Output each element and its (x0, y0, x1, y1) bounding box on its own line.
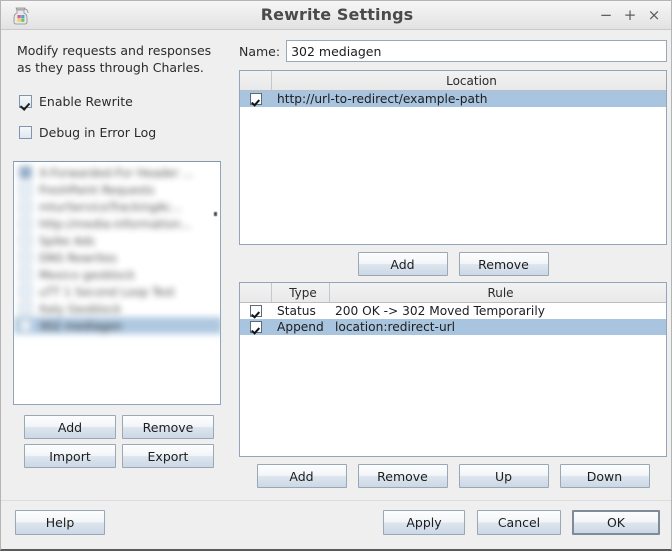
rule-row-checkbox-cell[interactable] (240, 319, 272, 335)
list-item-checkbox[interactable] (19, 251, 32, 264)
location-add-button[interactable]: Add (357, 252, 448, 276)
rewrite-sets-list[interactable]: X-Forwarded-For Header ... FreshPaint Re… (13, 161, 221, 405)
rule-table-header: Type Rule (240, 283, 666, 303)
list-item-checkbox[interactable] (19, 268, 32, 281)
list-scroll-marker (214, 212, 217, 216)
list-item-checkbox[interactable] (19, 217, 32, 230)
list-item-label: Italy Geoblock (39, 301, 122, 316)
left-pane: Modify requests and responses as they pa… (1, 30, 233, 500)
enable-rewrite-label: Enable Rewrite (39, 94, 133, 109)
rule-rule-header: Rule (487, 285, 514, 300)
list-item[interactable]: mturServiceTrackingAc... (14, 198, 220, 215)
location-remove-button[interactable]: Remove (458, 252, 549, 276)
list-item[interactable]: uTT 1 Second Loop Test (14, 283, 220, 300)
location-row-checkbox[interactable] (250, 93, 262, 105)
enable-rewrite-row[interactable]: Enable Rewrite (19, 94, 133, 109)
list-item[interactable]: X-Forwarded-For Header ... (14, 164, 220, 181)
name-input[interactable] (286, 40, 667, 62)
window-controls: − + × (595, 1, 665, 30)
list-item-checkbox[interactable] (19, 200, 32, 213)
location-buttons: Add Remove (233, 252, 671, 276)
rule-down-button[interactable]: Down (559, 464, 650, 488)
list-item-checkbox[interactable] (19, 234, 32, 247)
list-item-label: 302 mediagen (39, 318, 123, 333)
debug-error-log-label: Debug in Error Log (39, 125, 157, 140)
enable-rewrite-checkbox[interactable] (19, 95, 32, 108)
name-row: Name: (239, 40, 667, 62)
rewrite-settings-window: Rewrite Settings − + × Modify requests a… (0, 0, 672, 551)
rule-table[interactable]: Type Rule Status 200 OK -> 302 Moved Tem… (239, 282, 667, 457)
list-item-label: Mexico geoblock (39, 267, 135, 282)
location-row-checkbox-cell[interactable] (240, 91, 272, 107)
list-item[interactable]: Mexico geoblock (14, 266, 220, 283)
location-check-header (240, 71, 272, 90)
rule-check-header (240, 283, 272, 302)
rule-add-button[interactable]: Add (256, 464, 347, 488)
list-item-checkbox[interactable] (19, 319, 32, 332)
rule-row-value: 200 OK -> 302 Moved Temporarily (335, 304, 545, 318)
rule-row-checkbox[interactable] (250, 305, 262, 317)
rule-row-type: Status (277, 304, 316, 318)
rule-row-checkbox[interactable] (250, 321, 262, 333)
maximize-icon[interactable]: + (619, 5, 641, 27)
location-table[interactable]: Location http://url-to-redirect/example-… (239, 70, 667, 245)
sets-export-button[interactable]: Export (122, 444, 214, 468)
list-item[interactable]: Spike Ads (14, 232, 220, 249)
debug-error-log-row[interactable]: Debug in Error Log (19, 125, 156, 140)
minimize-icon[interactable]: − (595, 5, 617, 27)
location-column-header: Location (446, 73, 497, 88)
sets-add-button[interactable]: Add (24, 415, 116, 439)
list-item[interactable]: FreshPaint Requests (14, 181, 220, 198)
location-row-value: http://url-to-redirect/example-path (277, 92, 488, 106)
rule-row-value: location:redirect-url (335, 320, 456, 334)
table-row[interactable]: Append location:redirect-url (240, 319, 666, 335)
rule-row-type: Append (277, 320, 324, 334)
help-button[interactable]: Help (15, 510, 105, 535)
location-table-header: Location (240, 71, 666, 91)
list-item-checkbox[interactable] (19, 166, 32, 179)
rule-row-checkbox-cell[interactable] (240, 303, 272, 319)
rule-type-header: Type (272, 283, 330, 302)
right-pane: Name: Location http://url-to-redirect/ex… (233, 30, 671, 500)
debug-error-log-checkbox[interactable] (19, 126, 32, 139)
intro-text: Modify requests and responses as they pa… (17, 43, 212, 75)
rule-buttons: Add Remove Up Down (233, 464, 671, 488)
list-item-label: X-Forwarded-For Header ... (39, 165, 194, 180)
sets-remove-button[interactable]: Remove (122, 415, 214, 439)
window-title: Rewrite Settings (260, 5, 414, 24)
ok-button[interactable]: OK (572, 510, 660, 535)
close-icon[interactable]: × (643, 5, 665, 27)
list-item-checkbox[interactable] (19, 183, 32, 196)
list-item-label: Spike Ads (39, 233, 95, 248)
list-item[interactable]: http://media-information... (14, 215, 220, 232)
list-item-label: http://media-information... (39, 216, 192, 231)
dialog-footer: Help Apply Cancel OK (1, 500, 671, 549)
list-item[interactable]: Italy Geoblock (14, 300, 220, 317)
rule-up-button[interactable]: Up (458, 464, 549, 488)
list-item-label: mturServiceTrackingAc... (39, 199, 183, 214)
list-item-checkbox[interactable] (19, 302, 32, 315)
rule-remove-button[interactable]: Remove (357, 464, 448, 488)
list-item-label: FreshPaint Requests (39, 182, 155, 197)
list-item-selected[interactable]: 302 mediagen (14, 317, 220, 334)
list-item-label: uTT 1 Second Loop Test (39, 284, 175, 299)
title-bar: Rewrite Settings − + × (1, 1, 671, 30)
list-item-checkbox[interactable] (19, 285, 32, 298)
apply-button[interactable]: Apply (383, 510, 465, 535)
name-label: Name: (239, 43, 281, 59)
rewrite-sets-list-rows: X-Forwarded-For Header ... FreshPaint Re… (14, 164, 220, 334)
list-item-label: DNS Rewrites (39, 250, 117, 265)
list-item[interactable]: DNS Rewrites (14, 249, 220, 266)
cancel-button[interactable]: Cancel (477, 510, 561, 535)
sets-import-button[interactable]: Import (24, 444, 116, 468)
table-row[interactable]: Status 200 OK -> 302 Moved Temporarily (240, 303, 666, 319)
table-row[interactable]: http://url-to-redirect/example-path (240, 91, 666, 107)
